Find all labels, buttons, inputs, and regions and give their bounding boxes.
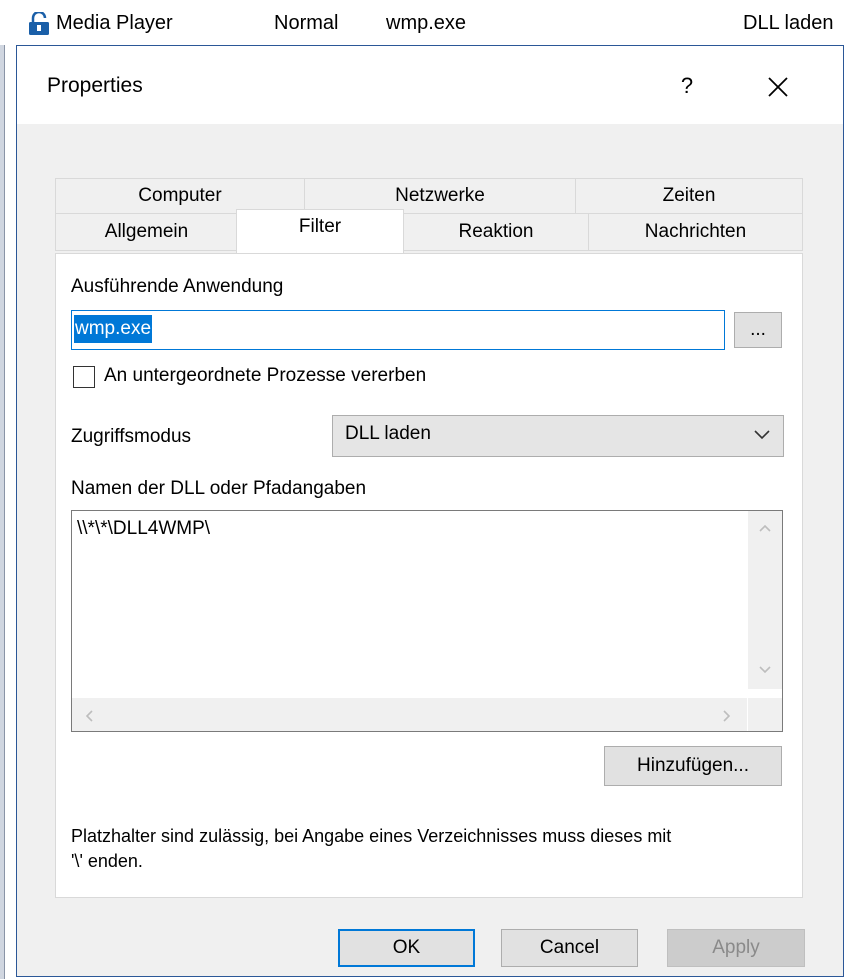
tab-nachrichten-label: Nachrichten xyxy=(644,221,747,242)
cancel-button[interactable]: Cancel xyxy=(501,929,638,967)
app-input[interactable]: wmp.exe xyxy=(71,310,725,350)
wildcard-hint: Platzhalter sind zulässig, bei Angabe ei… xyxy=(71,824,791,874)
hint-line-1: Platzhalter sind zulässig, bei Angabe ei… xyxy=(71,826,672,846)
window-edge-line xyxy=(4,45,5,979)
hint-line-2: '\' enden. xyxy=(71,851,143,871)
dialog-title: Properties xyxy=(47,74,143,97)
close-icon xyxy=(768,77,788,97)
dll-entry[interactable]: \\*\*\DLL4WMP\ xyxy=(77,518,210,540)
tab-allgemein-label: Allgemein xyxy=(104,221,189,242)
tab-allgemein[interactable]: Allgemein xyxy=(55,213,238,251)
scrollbar-corner xyxy=(748,698,782,731)
tab-reaktion[interactable]: Reaktion xyxy=(403,213,589,251)
lock-icon xyxy=(28,10,50,36)
help-button[interactable]: ? xyxy=(667,68,707,104)
browse-button[interactable]: ... xyxy=(734,312,782,348)
tab-zeiten-label: Zeiten xyxy=(662,185,716,206)
tab-reaktion-label: Reaktion xyxy=(458,221,534,242)
chevron-down-icon xyxy=(754,430,770,440)
horizontal-scrollbar[interactable] xyxy=(72,698,747,731)
mode-cell: Normal xyxy=(274,12,339,34)
access-cell: DLL laden xyxy=(743,12,834,34)
filter-tab-page: Ausführende Anwendung wmp.exe ... An unt… xyxy=(55,253,803,898)
dialog-titlebar[interactable]: Properties ? xyxy=(17,46,843,124)
tab-nachrichten[interactable]: Nachrichten xyxy=(588,213,803,251)
mode-label: Zugriffsmodus xyxy=(71,426,192,447)
apply-button[interactable]: Apply xyxy=(667,929,805,967)
mode-select-value: DLL laden xyxy=(345,423,431,444)
mode-select[interactable]: DLL laden xyxy=(332,415,784,457)
scroll-down-icon xyxy=(759,666,771,674)
tab-zeiten[interactable]: Zeiten xyxy=(575,178,803,214)
tab-computer-label: Computer xyxy=(138,185,222,206)
ok-button[interactable]: OK xyxy=(338,929,475,967)
inherit-checkbox[interactable] xyxy=(73,366,95,388)
tab-netzwerke-label: Netzwerke xyxy=(395,185,485,206)
scroll-left-icon xyxy=(85,710,93,722)
vertical-scrollbar[interactable] xyxy=(748,511,782,689)
add-button[interactable]: Hinzufügen... xyxy=(604,746,782,786)
tab-filter[interactable]: Filter xyxy=(236,209,404,253)
dll-label: Namen der DLL oder Pfadangaben xyxy=(71,478,367,499)
tab-filter-label: Filter xyxy=(298,216,342,237)
rule-list-row[interactable]: Media Player Normal wmp.exe DLL laden xyxy=(0,0,851,45)
scroll-up-icon xyxy=(759,524,771,532)
app-label: Ausführende Anwendung xyxy=(71,276,284,297)
scroll-right-icon xyxy=(723,710,731,722)
app-input-value: wmp.exe xyxy=(74,315,153,343)
inherit-label: An untergeordnete Prozesse vererben xyxy=(104,365,427,386)
dll-listbox[interactable]: \\*\*\DLL4WMP\ xyxy=(71,510,783,732)
app-name-cell: Media Player xyxy=(56,12,173,34)
exe-cell: wmp.exe xyxy=(386,12,467,34)
close-button[interactable] xyxy=(752,66,802,106)
properties-dialog: Properties ? Computer Netzwerke Zeiten A… xyxy=(16,45,844,977)
